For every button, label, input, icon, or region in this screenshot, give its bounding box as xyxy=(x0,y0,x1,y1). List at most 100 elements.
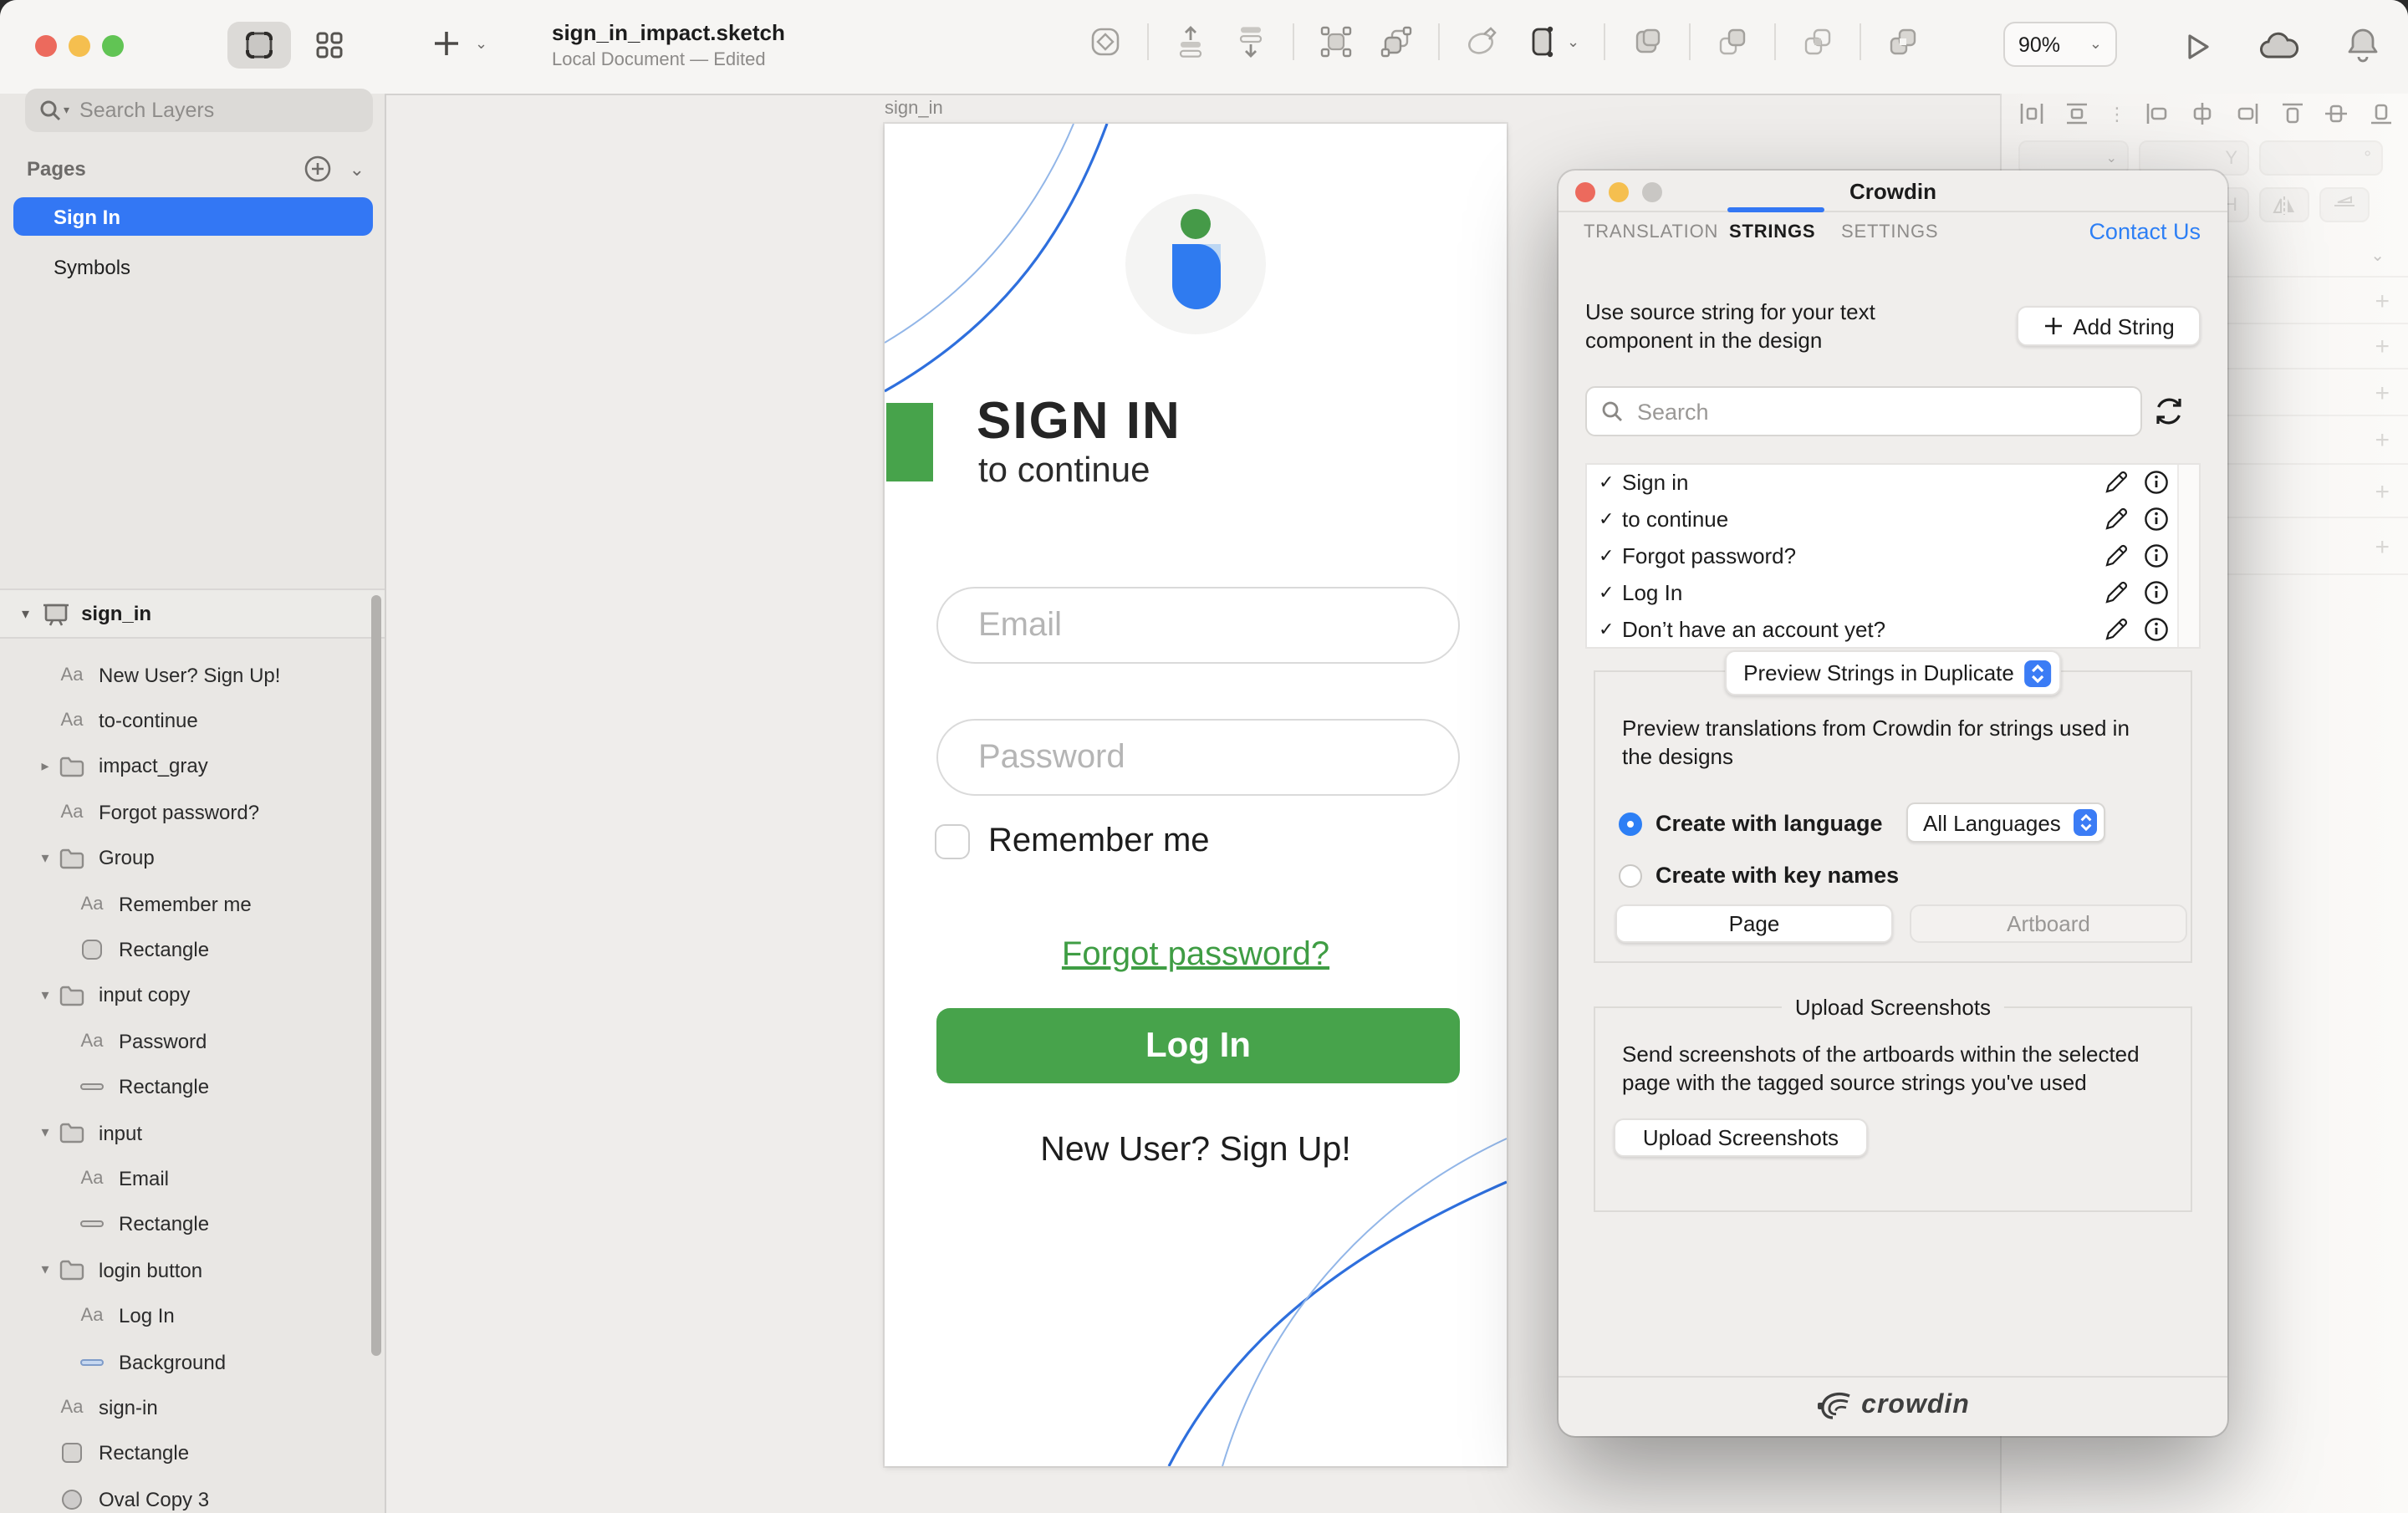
zoom-level-select[interactable]: 90% ⌄ xyxy=(2003,22,2117,67)
layer-row[interactable]: Aa Email xyxy=(0,1156,385,1202)
edit-string-icon[interactable] xyxy=(2104,616,2129,641)
chevron-down-icon[interactable]: ▾ xyxy=(33,849,57,868)
sign-up-link[interactable]: New User? Sign Up! xyxy=(885,1130,1507,1170)
search-input[interactable] xyxy=(76,97,334,124)
layer-row[interactable]: Rectangle xyxy=(0,1064,385,1110)
cloud-sync-button[interactable] xyxy=(2258,30,2301,64)
string-row[interactable]: ✓ Log In xyxy=(1587,574,2199,611)
flip-vertical-button[interactable] xyxy=(2319,187,2370,222)
artboard-canvas-label[interactable]: sign_in xyxy=(885,99,943,119)
chevron-down-icon[interactable]: ▾ xyxy=(33,986,57,1005)
string-info-icon[interactable] xyxy=(2144,543,2169,568)
remember-me-label[interactable]: Remember me xyxy=(988,823,1210,861)
language-select[interactable]: All Languages xyxy=(1906,802,2105,843)
collapse-pages-chevron-icon[interactable]: ⌄ xyxy=(349,158,365,180)
sidebar-scrollbar[interactable] xyxy=(371,595,381,1356)
edit-string-icon[interactable] xyxy=(2104,580,2129,605)
insert-shape-icon[interactable] xyxy=(1087,23,1124,60)
grid-view-toggle[interactable] xyxy=(298,22,361,69)
boolean-intersect-icon[interactable] xyxy=(1798,23,1835,60)
notifications-bell-button[interactable] xyxy=(2344,25,2381,65)
boolean-union-icon[interactable] xyxy=(1628,23,1665,60)
create-with-key-names-label[interactable]: Create with key names xyxy=(1656,863,1899,888)
layer-row[interactable]: ▾ login button xyxy=(0,1247,385,1293)
resize-tool-button[interactable]: ⌄ xyxy=(1523,23,1579,60)
page-item-sign-in[interactable]: Sign In xyxy=(13,197,373,236)
create-with-key-names-radio[interactable] xyxy=(1619,864,1642,888)
remember-me-checkbox[interactable] xyxy=(935,824,970,859)
bring-forward-icon[interactable] xyxy=(1172,23,1209,60)
minimize-window-button[interactable] xyxy=(69,35,90,57)
edit-shape-icon[interactable] xyxy=(1463,23,1500,60)
layer-row[interactable]: ▾ input copy xyxy=(0,972,385,1018)
page-item-symbols[interactable]: Symbols xyxy=(13,247,373,286)
create-with-language-label[interactable]: Create with language xyxy=(1656,811,1883,836)
layer-row[interactable]: Aa Password xyxy=(0,1018,385,1064)
insert-button[interactable]: ⌄ xyxy=(431,28,487,59)
layer-row[interactable]: ▾ Group xyxy=(0,835,385,881)
upload-screenshots-button[interactable]: Upload Screenshots xyxy=(1614,1118,1868,1157)
send-backward-icon[interactable] xyxy=(1232,23,1269,60)
chevron-right-icon[interactable]: ▸ xyxy=(33,757,57,776)
log-in-button[interactable]: Log In xyxy=(936,1008,1460,1083)
layer-row[interactable]: ▸ impact_gray xyxy=(0,744,385,790)
strings-search-input[interactable] xyxy=(1634,397,2075,425)
layer-row[interactable]: ▾ input xyxy=(0,1110,385,1156)
layer-row[interactable]: Background xyxy=(0,1339,385,1385)
boolean-difference-icon[interactable] xyxy=(1884,23,1921,60)
edit-string-icon[interactable] xyxy=(2104,507,2129,532)
string-info-icon[interactable] xyxy=(2144,616,2169,641)
sign-in-heading[interactable]: SIGN IN xyxy=(977,391,1181,451)
edit-string-icon[interactable] xyxy=(2104,471,2129,496)
layer-row[interactable]: Aa Remember me xyxy=(0,881,385,927)
create-with-language-radio[interactable] xyxy=(1619,813,1642,836)
contact-us-link[interactable]: Contact Us xyxy=(2089,219,2201,244)
layer-row[interactable]: Rectangle xyxy=(0,1430,385,1476)
flip-horizontal-button[interactable] xyxy=(2259,187,2309,222)
canvas-view-toggle[interactable] xyxy=(227,22,291,69)
layer-row[interactable]: Rectangle xyxy=(0,927,385,973)
layer-row[interactable]: Aa Forgot password? xyxy=(0,789,385,835)
ungroup-icon[interactable] xyxy=(1378,23,1415,60)
tab-settings[interactable]: SETTINGS xyxy=(1841,222,1938,242)
forgot-password-link[interactable]: Forgot password? xyxy=(885,936,1507,975)
strings-search-field[interactable] xyxy=(1585,386,2142,436)
string-row[interactable]: ✓ Don’t have an account yet? xyxy=(1587,610,2199,647)
add-string-button[interactable]: Add String xyxy=(2017,306,2201,346)
artboard-tree-header[interactable]: ▾ sign_in xyxy=(0,588,385,639)
layer-search-field[interactable]: ▾ xyxy=(25,89,373,132)
string-info-icon[interactable] xyxy=(2144,471,2169,496)
string-info-icon[interactable] xyxy=(2144,507,2169,532)
string-row[interactable]: ✓ to continue xyxy=(1587,502,2199,538)
layer-row[interactable]: Aa to-continue xyxy=(0,698,385,744)
crowdin-titlebar[interactable]: Crowdin xyxy=(1559,171,2227,212)
preview-page-button[interactable]: Page xyxy=(1615,904,1893,943)
layer-row[interactable]: Aa Log In xyxy=(0,1293,385,1339)
group-icon[interactable] xyxy=(1318,23,1354,60)
tab-translation[interactable]: TRANSLATION xyxy=(1584,222,1718,242)
section-collapse-chevron-icon[interactable]: ⌄ xyxy=(2370,247,2385,266)
artboard[interactable]: SIGN IN to continue Email Password Remem… xyxy=(885,124,1507,1466)
layer-row[interactable]: Aa New User? Sign Up! xyxy=(0,652,385,698)
password-field[interactable]: Password xyxy=(936,719,1460,796)
strings-list-scrollbar[interactable] xyxy=(2177,465,2199,647)
email-field[interactable]: Email xyxy=(936,587,1460,664)
to-continue-subheading[interactable]: to continue xyxy=(978,451,1150,492)
app-logo[interactable] xyxy=(1125,194,1266,334)
layer-row[interactable]: Oval Copy 3 xyxy=(0,1476,385,1513)
refresh-strings-button[interactable] xyxy=(2152,395,2186,428)
add-page-button[interactable] xyxy=(303,154,333,184)
string-row[interactable]: ✓ Sign in xyxy=(1587,465,2199,502)
preview-strings-select[interactable]: Preview Strings in Duplicate xyxy=(1725,650,2061,695)
heading-accent-rectangle[interactable] xyxy=(886,403,933,481)
edit-string-icon[interactable] xyxy=(2104,543,2129,568)
string-info-icon[interactable] xyxy=(2144,580,2169,605)
layer-row[interactable]: Rectangle xyxy=(0,1201,385,1247)
tab-strings[interactable]: STRINGS xyxy=(1729,222,1815,242)
chevron-down-icon[interactable]: ▾ xyxy=(33,1123,57,1142)
layer-row[interactable]: Aa sign-in xyxy=(0,1385,385,1431)
preview-play-button[interactable] xyxy=(2179,28,2216,65)
close-window-button[interactable] xyxy=(35,35,57,57)
boolean-subtract-icon[interactable] xyxy=(1713,23,1750,60)
zoom-window-button[interactable] xyxy=(102,35,124,57)
